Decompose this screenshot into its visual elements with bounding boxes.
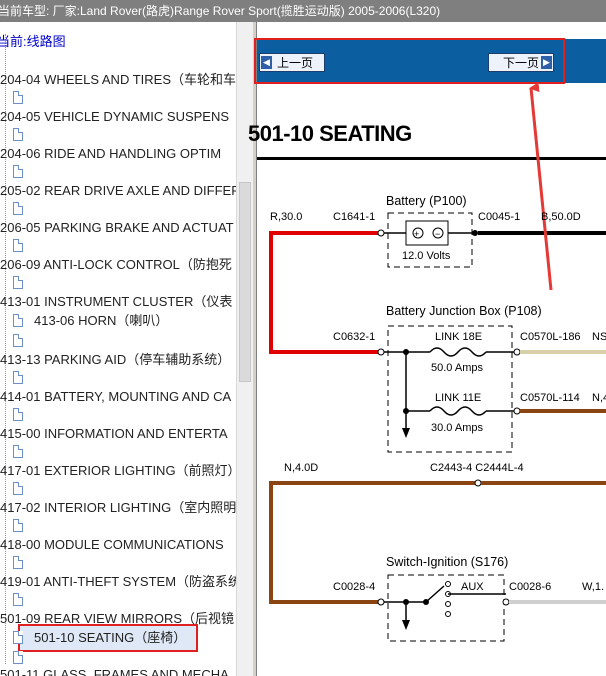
connector-label: C0028-4 xyxy=(333,581,376,593)
wire-label: N,4 xyxy=(592,392,606,404)
connector-label: C1641-1 xyxy=(333,211,376,223)
connector-label: C0570L-186 xyxy=(520,331,581,343)
connector-label: C0570L-114 xyxy=(520,392,580,404)
link-label: LINK 18E xyxy=(435,331,483,343)
connector-label: C0045-1 xyxy=(478,211,521,223)
wire-label: B,50.0D xyxy=(541,211,581,223)
wire-label: NS xyxy=(592,331,606,343)
switch-name: Switch-Ignition (S176) xyxy=(386,555,509,569)
connector-label: C0632-1 xyxy=(333,331,376,343)
wire-label: N,4.0D xyxy=(284,462,319,474)
svg-text:+: + xyxy=(414,229,419,239)
amps-label: 50.0 Amps xyxy=(431,362,483,374)
amps-label: 30.0 Amps xyxy=(431,422,483,434)
battery-name: Battery (P100) xyxy=(386,194,467,208)
connector-label: C0028-6 xyxy=(509,581,552,593)
wiring-diagram: + − xyxy=(269,82,606,642)
wire-label: W,1. xyxy=(582,581,605,593)
battery-volts: 12.0 Volts xyxy=(402,250,451,262)
aux-label: AUX xyxy=(461,581,484,593)
wire-label: R,30.0 xyxy=(270,211,303,223)
svg-text:−: − xyxy=(435,229,440,239)
connector-label: C2443-4 C2444L-4 xyxy=(430,462,524,474)
battery-symbol xyxy=(405,220,449,246)
link-label: LINK 11E xyxy=(435,392,482,404)
bjb-name: Battery Junction Box (P108) xyxy=(386,304,542,318)
